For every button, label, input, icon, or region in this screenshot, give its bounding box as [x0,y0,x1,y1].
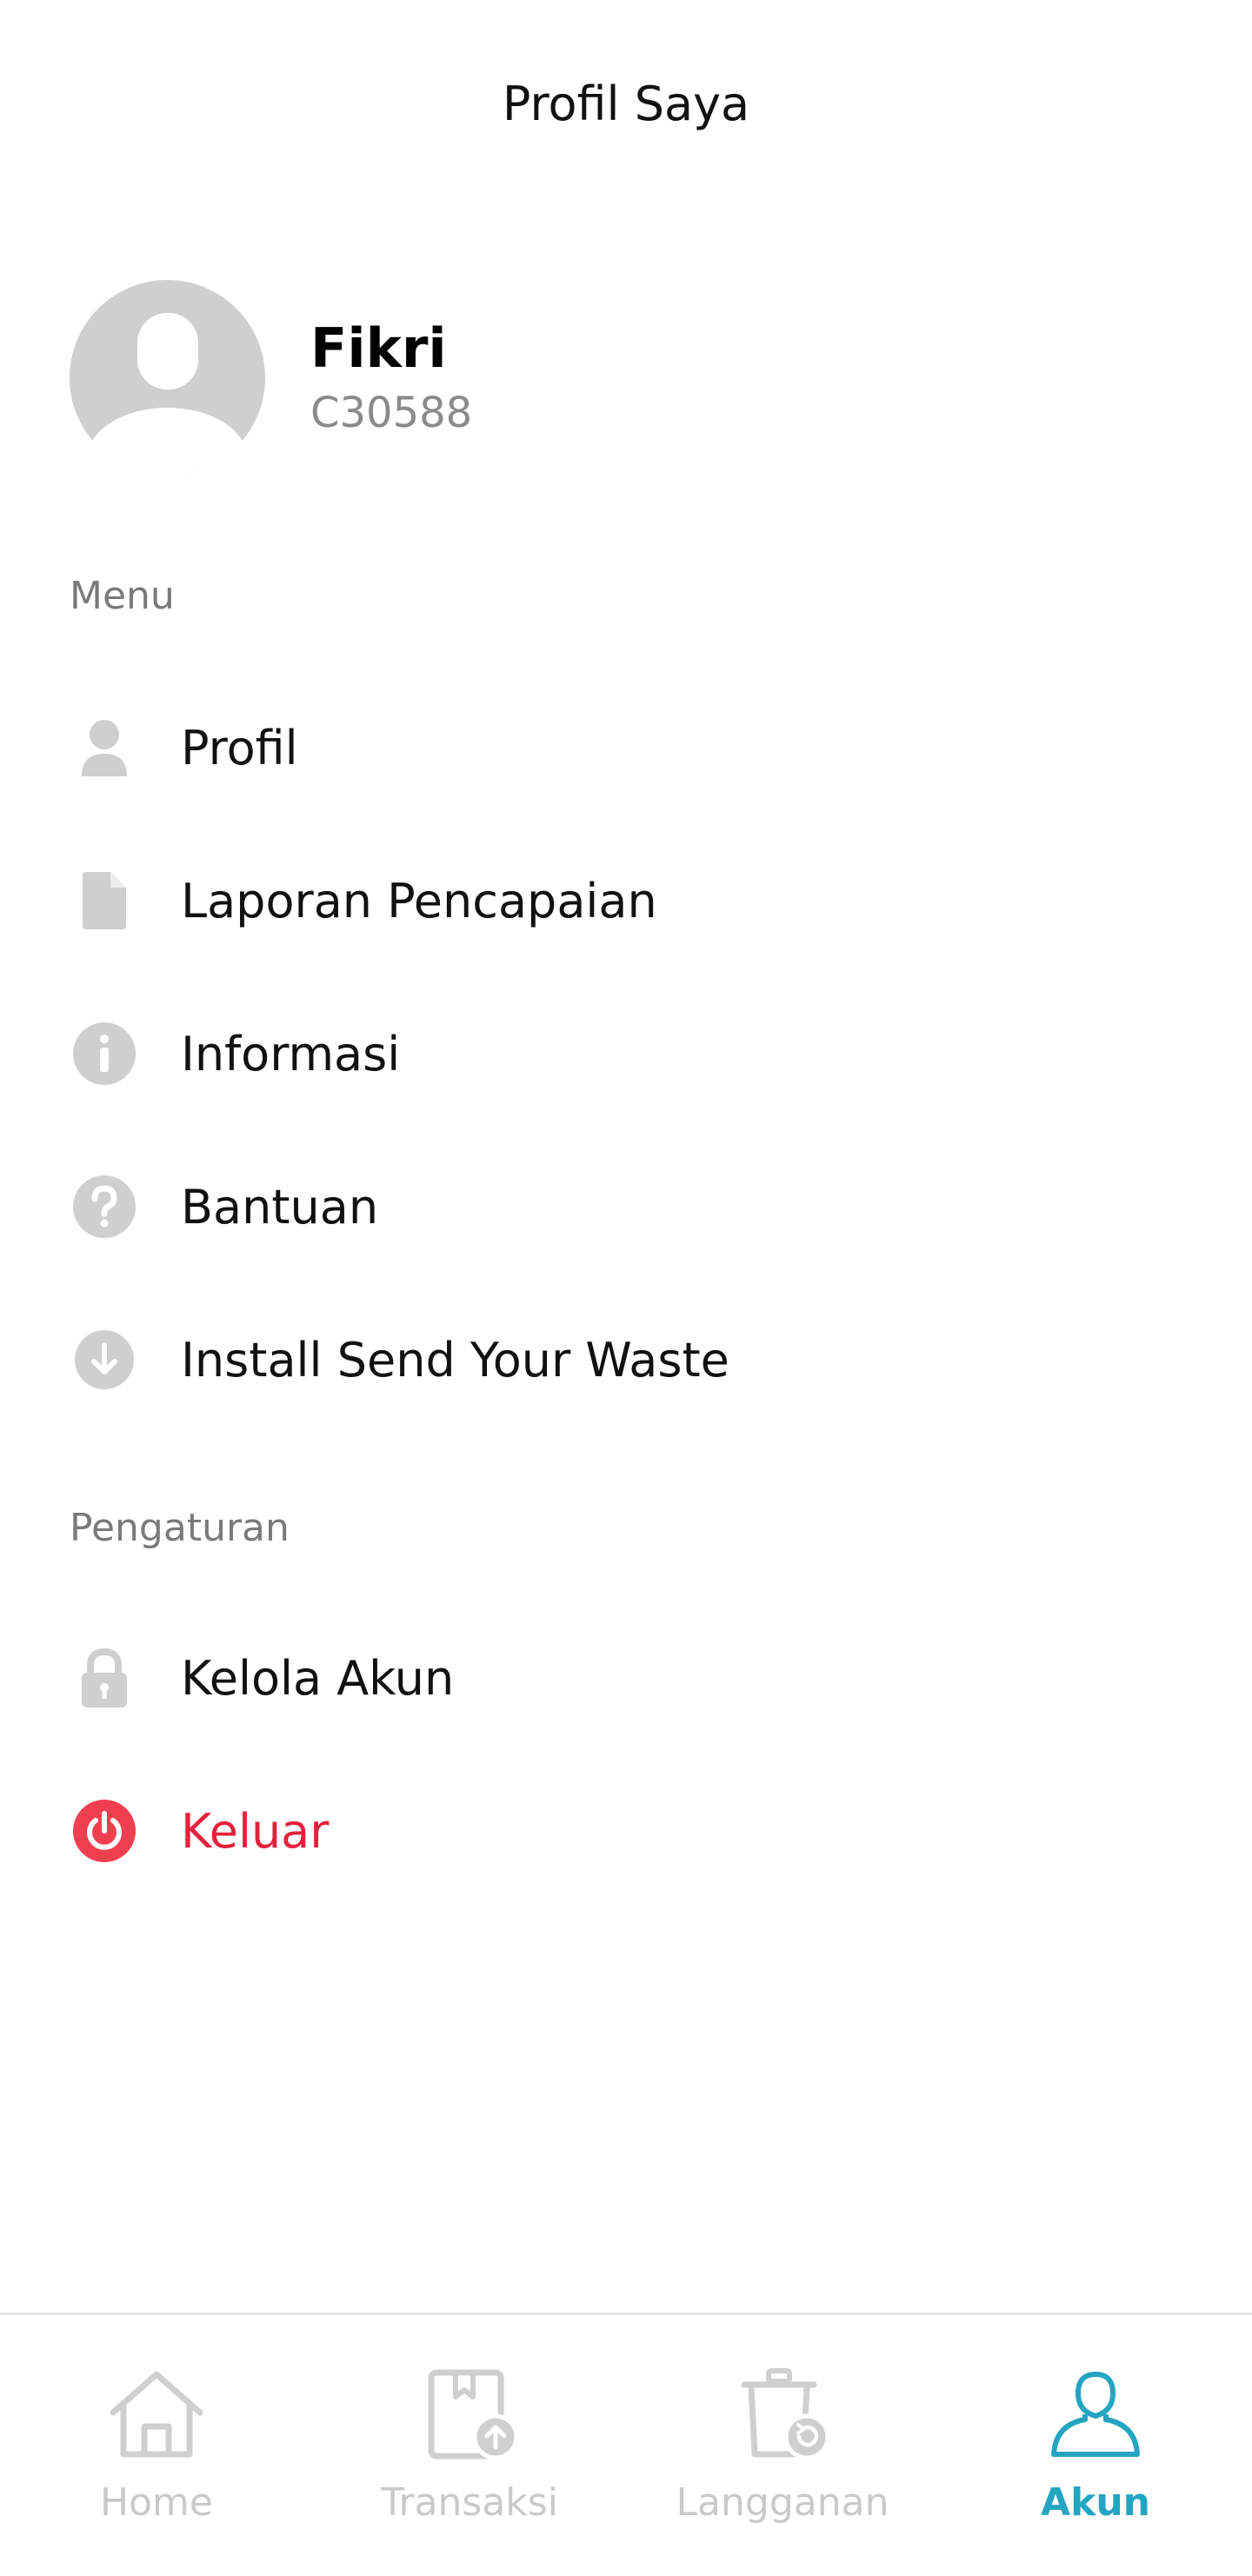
lock-icon [70,1643,139,1713]
info-icon [70,1019,139,1088]
menu-item-bantuan[interactable]: Bantuan [70,1155,1182,1259]
nav-transaksi[interactable]: Transaksi [313,2315,626,2576]
nav-langganan[interactable]: Langganan [626,2315,939,2576]
bottom-nav: Home Transaksi Langganan Akun [0,2313,1252,2576]
nav-label: Transaksi [381,2480,558,2525]
avatar-person-icon [87,313,248,476]
profile-id: C30588 [310,388,473,437]
download-icon [70,1325,139,1395]
nav-label: Akun [1041,2480,1150,2525]
avatar [70,280,265,476]
subscription-icon [741,2368,830,2460]
page-title: Profil Saya [502,77,750,131]
nav-home[interactable]: Home [0,2315,313,2576]
section-label-menu: Menu [70,574,175,618]
menu-item-label: Profil [181,720,298,775]
profile-text: Fikri C30588 [310,316,472,441]
menu-item-informasi[interactable]: Informasi [70,1002,1182,1106]
home-icon [110,2371,203,2458]
menu-item-label: Install Send Your Waste [181,1332,729,1388]
profile-header: Fikri C30588 [70,280,472,476]
menu-item-keluar[interactable]: Keluar [70,1779,1182,1883]
menu-item-label: Informasi [181,1026,401,1082]
profile-name: Fikri [310,316,447,380]
menu-item-profil[interactable]: Profil [70,696,1182,800]
menu-item-label: Keluar [181,1803,330,1859]
nav-akun[interactable]: Akun [939,2315,1252,2576]
document-icon [70,866,139,935]
help-icon [70,1172,139,1241]
person-icon [70,713,139,782]
power-icon [70,1796,139,1866]
transaction-icon [428,2369,519,2460]
section-label-pengaturan: Pengaturan [70,1506,290,1550]
menu-item-label: Bantuan [181,1179,379,1235]
menu-item-label: Kelola Akun [181,1650,455,1706]
menu-item-label: Laporan Pencapaian [181,873,657,929]
menu-item-kelola-akun[interactable]: Kelola Akun [70,1626,1182,1730]
menu-item-laporan-pencapaian[interactable]: Laporan Pencapaian [70,849,1182,953]
nav-label: Home [100,2480,213,2525]
menu-item-install-send-your-waste[interactable]: Install Send Your Waste [70,1308,1182,1412]
account-icon [1051,2372,1140,2457]
nav-label: Langganan [676,2480,889,2525]
